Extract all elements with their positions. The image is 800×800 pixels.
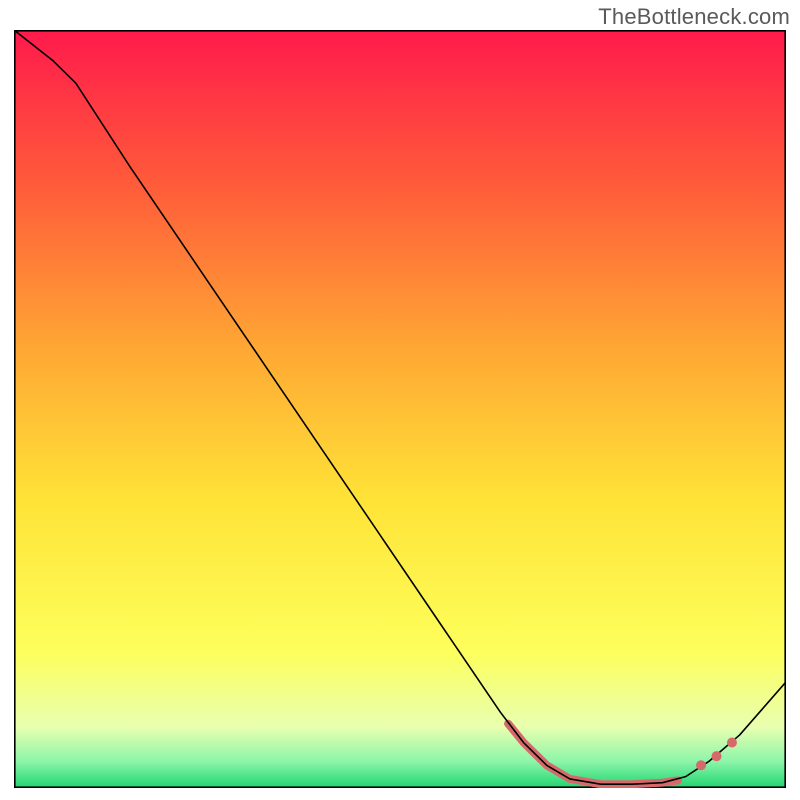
marker-dot [727,738,737,748]
marker-dot [696,760,706,770]
plot-area [14,30,786,788]
chart-frame: TheBottleneck.com [0,0,800,800]
chart-background [14,30,786,788]
watermark-text: TheBottleneck.com [598,4,790,30]
chart-svg [14,30,786,788]
marker-dot [712,751,722,761]
